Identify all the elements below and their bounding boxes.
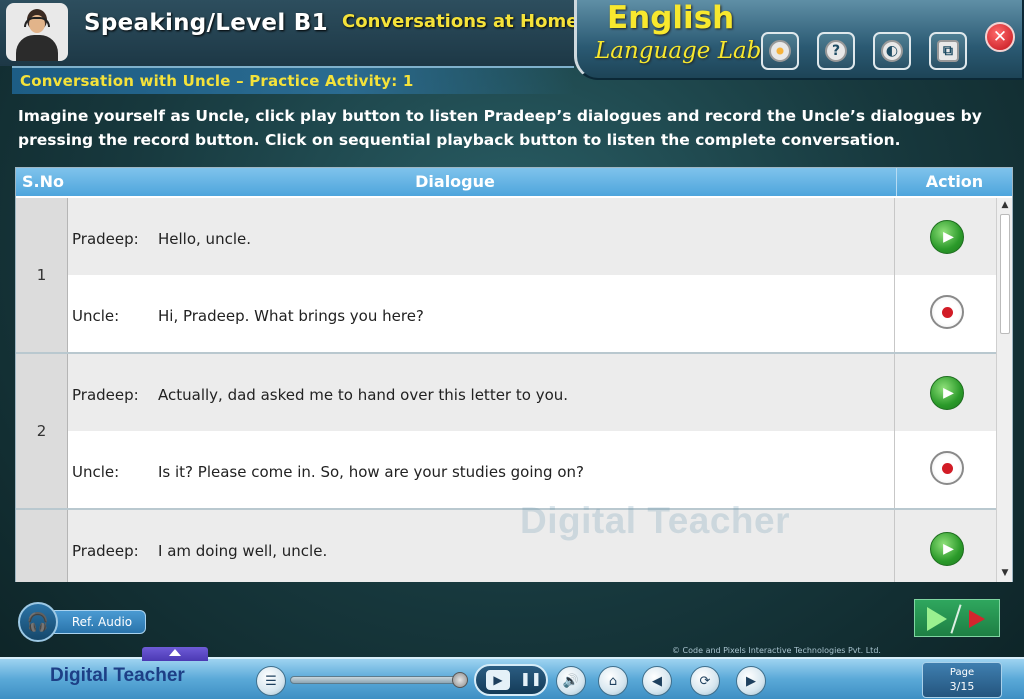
activity-bar: Conversation with Uncle – Practice Activ… xyxy=(12,66,574,94)
speaker-avatar xyxy=(6,3,68,61)
app-header: Speaking/Level B1 Conversations at Home … xyxy=(0,0,1024,80)
home-icon: ⌂ xyxy=(608,673,618,689)
dialogue-line: Pradeep: Hello, uncle. xyxy=(68,198,894,275)
watermark-logo: Digital Teacher xyxy=(520,500,791,541)
chevron-up-icon xyxy=(169,649,181,656)
play-icon xyxy=(927,607,947,631)
play-icon: ▶ xyxy=(943,385,954,401)
play-pause-control[interactable]: ▶ ❚❚ xyxy=(474,664,548,696)
ref-audio-button[interactable]: Ref. Audio 🎧 xyxy=(18,602,148,642)
table-row-group: 1 Pradeep: Hello, uncle. ▶ Uncle: Hi, Pr… xyxy=(16,198,996,354)
table-row-group: 3 Pradeep: I am doing well, uncle. ▶ xyxy=(16,510,996,582)
footer-expand-tab[interactable] xyxy=(142,647,208,661)
header-dialogue: Dialogue xyxy=(415,172,495,191)
dialogue-table: S.No Dialogue Action 1 Pradeep: Hello, u… xyxy=(15,167,1013,582)
footer-logo: Digital Teacher xyxy=(50,665,185,687)
divider xyxy=(950,604,962,634)
speaker-icon: 🔊 xyxy=(562,673,580,689)
action-cell: ▶ xyxy=(894,510,996,582)
serial-number: 3 xyxy=(16,510,68,582)
action-cell: ▶ xyxy=(894,198,996,275)
close-icon: ✕ xyxy=(992,27,1008,47)
footer-logo-teacher: Teacher xyxy=(113,665,185,686)
header-action: Action xyxy=(896,168,1012,196)
scroll-up-icon[interactable]: ▲ xyxy=(999,200,1011,212)
table-body[interactable]: 1 Pradeep: Hello, uncle. ▶ Uncle: Hi, Pr… xyxy=(16,198,1012,582)
arrow-right-icon: ▶ xyxy=(746,673,756,689)
next-button[interactable]: ▶ xyxy=(736,666,766,696)
page-label: Page xyxy=(949,667,975,678)
save-button[interactable]: ⧉ xyxy=(929,32,967,70)
speaker-label: Pradeep: xyxy=(72,542,139,560)
footer-logo-digital: Digital xyxy=(50,665,109,686)
question-icon: ? xyxy=(825,40,847,62)
brand-panel: English Language Lab ? ◐ ⧉ ✕ xyxy=(574,0,1024,80)
brand-english: English xyxy=(607,0,735,36)
module-title: Speaking/Level B1 xyxy=(84,10,328,36)
footer-bar: Digital Teacher ☰ ▶ ❚❚ 🔊 ⌂ ◀ ⟳ ▶ Page 3/… xyxy=(0,647,1024,699)
brand-language-lab: Language Lab xyxy=(595,38,762,64)
dialogue-text: Hello, uncle. xyxy=(158,230,251,248)
disc-icon xyxy=(769,40,791,62)
page-indicator: Page 3/15 xyxy=(922,662,1002,698)
reload-icon: ⟳ xyxy=(699,673,711,689)
arrow-left-icon: ◀ xyxy=(652,673,662,689)
instructions-text: Imagine yourself as Uncle, click play bu… xyxy=(18,107,982,149)
copyright-text: © Code and Pixels Interactive Technologi… xyxy=(672,646,881,655)
menu-button[interactable]: ☰ xyxy=(256,666,286,696)
action-cell xyxy=(894,431,996,508)
home-button[interactable]: ⌂ xyxy=(598,666,628,696)
action-cell: ▶ xyxy=(894,354,996,431)
speaker-label: Uncle: xyxy=(72,463,120,481)
play-red-icon xyxy=(969,610,985,628)
play-icon: ▶ xyxy=(486,670,510,690)
activity-title: Conversation with Uncle – Practice Activ… xyxy=(20,72,414,90)
menu-icon: ☰ xyxy=(265,673,277,689)
speaker-label: Pradeep: xyxy=(72,386,139,404)
table-scrollbar[interactable]: ▲ ▼ xyxy=(996,198,1012,582)
table-header: S.No Dialogue Action xyxy=(16,168,1012,196)
play-button[interactable]: ▶ xyxy=(930,532,964,566)
sequential-playback-button[interactable] xyxy=(914,599,1000,637)
speaker-label: Uncle: xyxy=(72,307,120,325)
seek-handle[interactable] xyxy=(452,672,468,688)
settings-button[interactable] xyxy=(761,32,799,70)
dialogue-text: I am doing well, uncle. xyxy=(158,542,328,560)
dialogue-line: Pradeep: Actually, dad asked me to hand … xyxy=(68,354,894,431)
record-icon xyxy=(941,306,953,318)
dialogue-text: Is it? Please come in. So, how are your … xyxy=(158,463,584,481)
reload-button[interactable]: ⟳ xyxy=(690,666,720,696)
dialogue-text: Actually, dad asked me to hand over this… xyxy=(158,386,569,404)
serial-number: 1 xyxy=(16,198,68,352)
ref-audio-label: Ref. Audio xyxy=(46,610,146,634)
play-button[interactable]: ▶ xyxy=(930,376,964,410)
dialogue-text: Hi, Pradeep. What brings you here? xyxy=(158,307,424,325)
table-row-group: 2 Pradeep: Actually, dad asked me to han… xyxy=(16,354,996,510)
speaker-label: Pradeep: xyxy=(72,230,139,248)
audio-settings-button[interactable]: ◐ xyxy=(873,32,911,70)
headphones-icon: 🎧 xyxy=(18,602,58,642)
serial-number: 2 xyxy=(16,354,68,508)
help-button[interactable]: ? xyxy=(817,32,855,70)
previous-button[interactable]: ◀ xyxy=(642,666,672,696)
audio-seek-bar[interactable] xyxy=(290,676,465,684)
volume-button[interactable]: 🔊 xyxy=(556,666,586,696)
scroll-thumb[interactable] xyxy=(1000,214,1010,334)
close-button[interactable]: ✕ xyxy=(985,22,1015,52)
action-cell xyxy=(894,275,996,352)
headset-icon: ◐ xyxy=(881,40,903,62)
record-icon xyxy=(941,462,953,474)
page-number: 3/15 xyxy=(949,680,975,693)
scroll-down-icon[interactable]: ▼ xyxy=(999,568,1011,580)
pause-icon: ❚❚ xyxy=(520,672,542,687)
dialogue-line: Uncle: Is it? Please come in. So, how ar… xyxy=(68,431,894,508)
play-icon: ▶ xyxy=(943,541,954,557)
record-button[interactable] xyxy=(930,295,964,329)
record-button[interactable] xyxy=(930,451,964,485)
save-icon: ⧉ xyxy=(937,40,959,62)
dialogue-line: Uncle: Hi, Pradeep. What brings you here… xyxy=(68,275,894,352)
module-subtitle: Conversations at Home xyxy=(342,11,579,32)
play-button[interactable]: ▶ xyxy=(930,220,964,254)
play-icon: ▶ xyxy=(943,229,954,245)
